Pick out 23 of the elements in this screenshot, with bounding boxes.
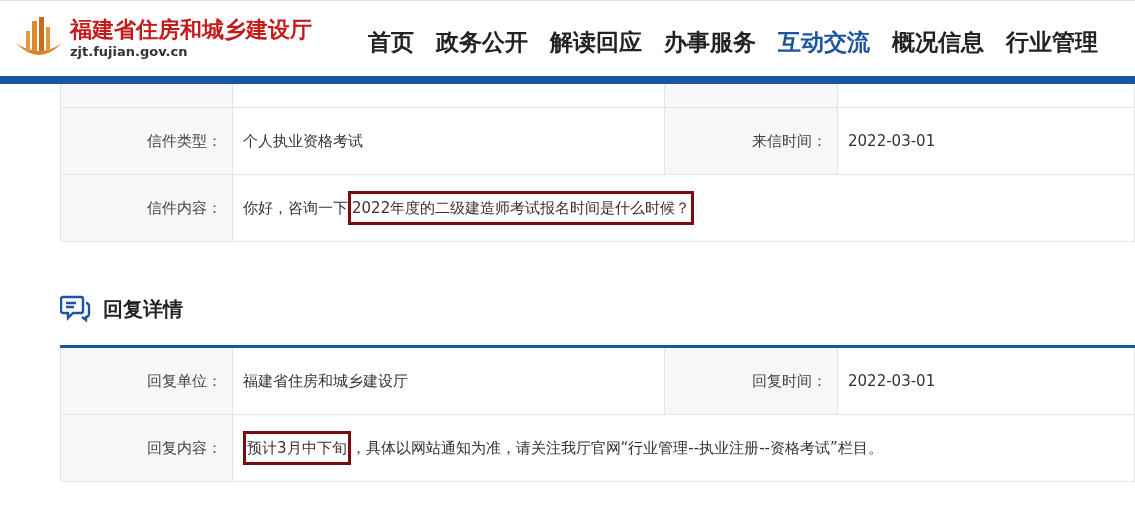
site-domain: zjt.fujian.gov.cn xyxy=(70,42,189,61)
nav-link[interactable]: 办事服务 xyxy=(664,25,756,60)
nav-link[interactable]: 互动交流 xyxy=(778,25,870,60)
field-value: 2022-03-01 xyxy=(848,371,936,391)
field-label: 回复单位： xyxy=(147,370,222,392)
field-value: 你好，咨询一下 2022年度的二级建造师考试报名时间是什么时候？ xyxy=(243,191,695,225)
chat-icon xyxy=(60,295,91,323)
field-label: 回复时间： xyxy=(752,370,827,392)
field-value: 预计3月中下旬 ，具体以网站通知为准，请关注我厅官网“行业管理--执业注册--资格考试”栏目。 xyxy=(243,431,883,465)
field-value: 福建省住房和城乡建设厅 xyxy=(243,371,408,391)
nav-link[interactable]: 行业管理 xyxy=(1006,25,1098,60)
nav-link[interactable]: 首页 xyxy=(368,25,414,60)
field-value: 2022-03-01 xyxy=(848,131,936,151)
nav-link[interactable]: 政务公开 xyxy=(436,25,528,60)
field-value: 个人执业资格考试 xyxy=(243,131,363,151)
section-heading: 回复详情 xyxy=(103,296,183,323)
nav-link[interactable]: 解读回应 xyxy=(550,25,642,60)
field-label: 信件类型： xyxy=(147,130,222,152)
field-label: 来信时间： xyxy=(752,130,827,152)
field-label: 信件内容： xyxy=(147,197,222,219)
site-title: 福建省住房和城乡建设厅 xyxy=(70,15,312,42)
nav-link[interactable]: 概况信息 xyxy=(892,25,984,60)
field-label: 回复内容： xyxy=(147,437,222,459)
